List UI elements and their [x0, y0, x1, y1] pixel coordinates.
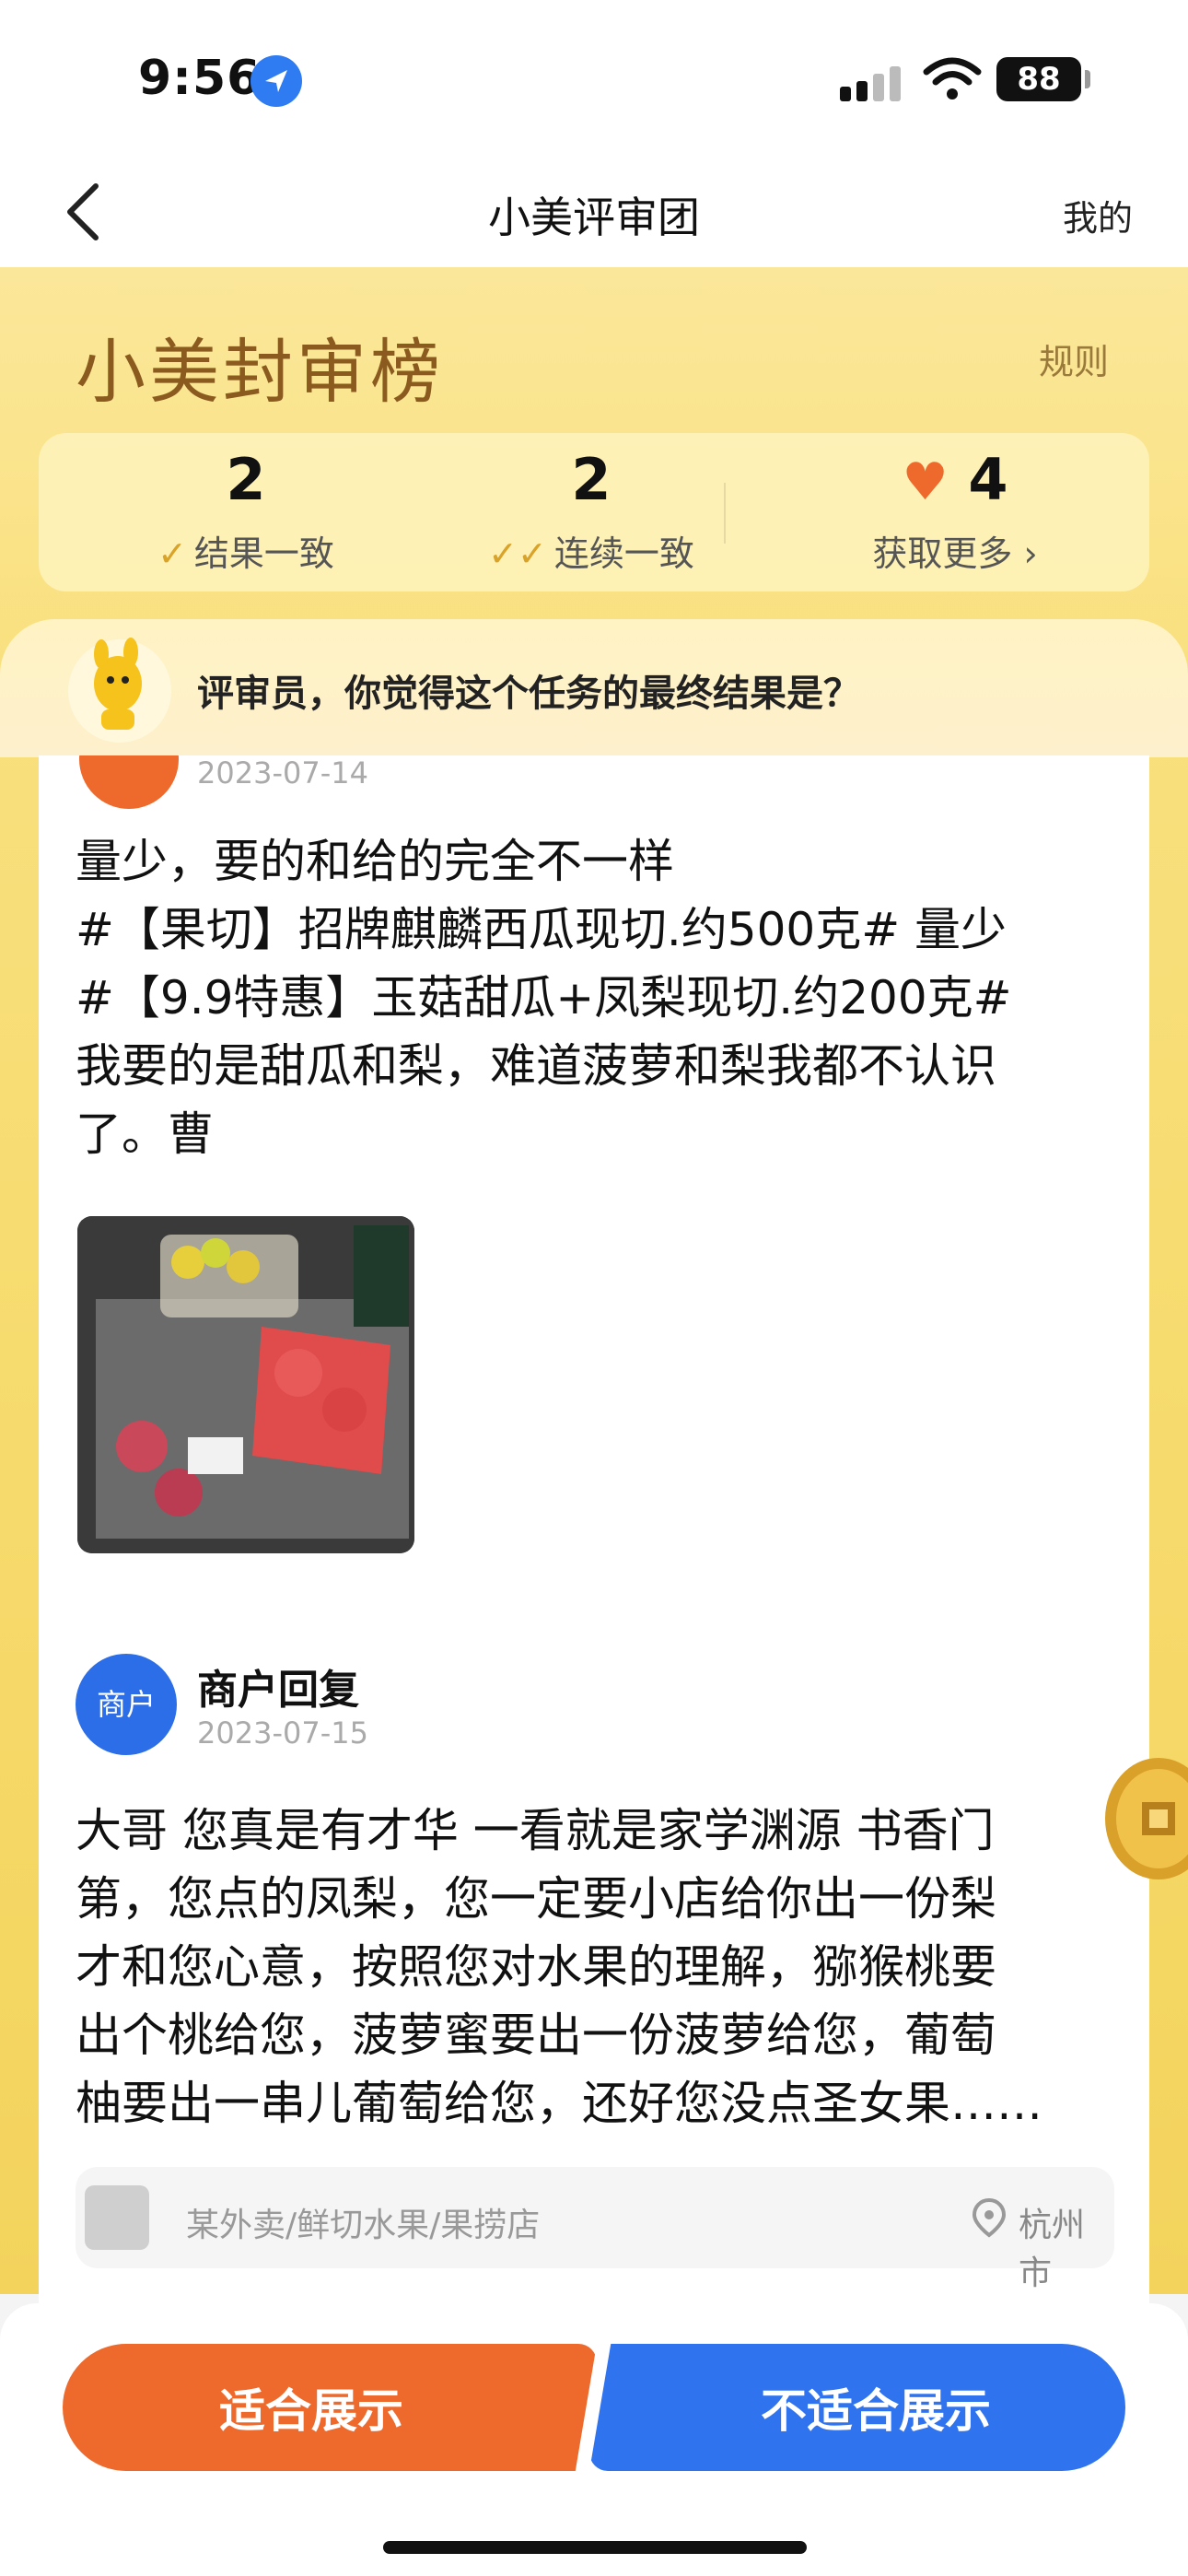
stat-get-more[interactable]: ♥ 4 获取更多 ›	[803, 433, 1107, 591]
text-line: 我要的是甜瓜和梨，难道菠萝和梨我都不认识	[76, 1039, 996, 1093]
unsuitable-button[interactable]: 不适合展示	[589, 2344, 1125, 2471]
reviewer-avatar	[79, 755, 179, 809]
get-more-link[interactable]: 获取更多 ›	[803, 525, 1107, 576]
text-line: 柚要出一串儿葡萄给您，还好您没点圣女果……	[76, 2077, 1042, 2130]
stat-value: 2	[571, 446, 611, 513]
merchant-avatar: 商户	[76, 1654, 177, 1755]
mascot-icon	[64, 636, 175, 746]
store-thumbnail-icon	[85, 2185, 149, 2250]
wifi-icon	[923, 57, 982, 105]
nav-bar: 小美评审团 我的	[0, 157, 1188, 267]
review-text: 量少，要的和给的完全不一样 #【果切】招牌麒麟西瓜现切.约500克# 量少 #【…	[76, 827, 1125, 1168]
stats-card: 2 ✓ 结果一致 2 ✓✓ 连续一致 ♥ 4 获取更多 ›	[39, 433, 1149, 591]
store-city: 杭州市	[1019, 2207, 1086, 2292]
page-title: 小美评审团	[488, 193, 700, 242]
stat-label: ✓ 结果一致	[157, 533, 334, 574]
check-icon: ✓	[157, 533, 187, 574]
merchant-reply-title: 商户回复	[197, 1667, 359, 1714]
battery-icon: 88	[996, 57, 1081, 101]
text-line: #【9.9特惠】玉菇甜瓜+凤梨现切.约200克#	[76, 971, 1012, 1025]
double-check-icon: ✓✓	[488, 533, 547, 574]
text-line: 了。曹	[76, 1107, 214, 1161]
stat-value: 2	[226, 446, 266, 513]
stat-value: ♥ 4	[902, 446, 1008, 513]
text-line: 大哥 您真是有才华 一看就是家学渊源 书香门	[76, 1804, 995, 1857]
location-pin-icon	[971, 2196, 1007, 2242]
question-text: 评审员，你觉得这个任务的最终结果是？	[197, 673, 860, 715]
store-info-bar[interactable]: 某外卖/鲜切水果/果捞店 杭州市	[76, 2167, 1114, 2292]
signal-icon	[840, 64, 904, 101]
rules-link[interactable]: 规则	[1039, 334, 1109, 384]
brand-title: 小美封审榜	[76, 331, 444, 413]
coin-icon[interactable]	[1103, 1754, 1188, 1883]
review-photo[interactable]	[77, 1216, 414, 1553]
divider	[724, 483, 726, 544]
stat-label: ✓✓ 连续一致	[488, 533, 694, 574]
text-line: 第，您点的凤梨，您一定要小店给你出一份梨	[76, 1872, 996, 1926]
status-time: 9:56	[138, 51, 262, 106]
stat-consistent-results: 2 ✓ 结果一致	[94, 433, 398, 591]
suitable-button[interactable]: 适合展示	[63, 2344, 597, 2471]
merchant-reply-date: 2023-07-15	[197, 1715, 368, 1751]
text-line: 量少，要的和给的完全不一样	[76, 835, 674, 888]
review-date: 2023-07-14	[197, 755, 368, 790]
stat-consecutive: 2 ✓✓ 连续一致	[439, 433, 743, 591]
mine-link[interactable]: 我的	[1063, 190, 1133, 240]
text-line: 才和您心意，按照您对水果的理解，猕猴桃要	[76, 1940, 996, 1994]
store-category: 某外卖/鲜切水果/果捞店	[186, 2207, 541, 2244]
status-bar: 9:56 88	[0, 0, 1188, 157]
text-line: #【果切】招牌麒麟西瓜现切.约500克# 量少	[76, 903, 1007, 956]
review-card: 2023-07-14 量少，要的和给的完全不一样 #【果切】招牌麒麟西瓜现切.约…	[39, 755, 1149, 2322]
heart-icon: ♥	[902, 452, 949, 512]
merchant-reply-text: 大哥 您真是有才华 一看就是家学渊源 书香门 第，您点的凤梨，您一定要小店给你出…	[76, 1797, 1135, 2137]
home-indicator	[383, 2541, 807, 2554]
text-line: 出个桃给您，菠萝蜜要出一份菠萝给您，葡萄	[76, 2008, 996, 2062]
battery-tip	[1085, 70, 1090, 88]
location-arrow-icon	[250, 55, 302, 107]
